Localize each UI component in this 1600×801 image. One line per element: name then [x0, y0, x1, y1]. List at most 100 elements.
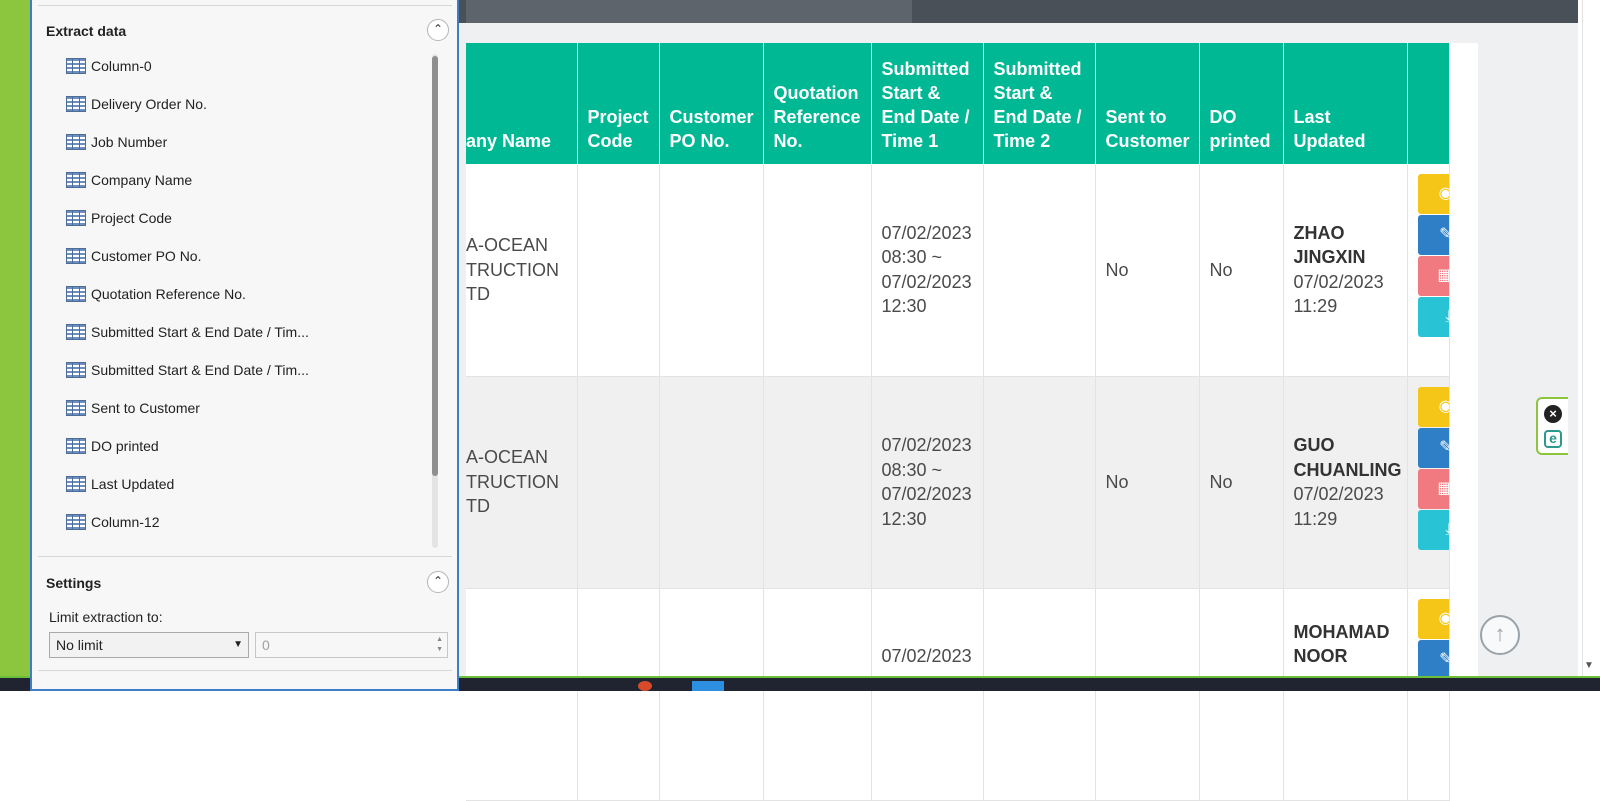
- cell-company: A-OCEAN TRUCTION TD: [466, 376, 578, 589]
- updated-by: GUO CHUANLING: [1293, 435, 1402, 480]
- column-list-item[interactable]: Job Number: [66, 134, 426, 172]
- close-icon[interactable]: ×: [1544, 405, 1562, 423]
- column-label: Column-0: [91, 58, 152, 74]
- limit-number-value: 0: [262, 637, 270, 653]
- cell-submitted-2: [983, 376, 1096, 589]
- header-customer-po[interactable]: Customer PO No.: [659, 43, 764, 164]
- download-icon[interactable]: ⤓: [1418, 509, 1449, 550]
- pencil-icon[interactable]: ✎: [1418, 427, 1449, 468]
- cell-do-printed: No: [1199, 376, 1284, 589]
- cell-submitted-2: [983, 588, 1096, 801]
- download-icon[interactable]: ⤓: [1418, 297, 1449, 337]
- list-scrollbar[interactable]: [432, 54, 438, 548]
- column-label: Quotation Reference No.: [91, 286, 246, 302]
- extension-widget: × e: [1536, 397, 1568, 455]
- column-list-item[interactable]: Sent to Customer: [66, 400, 426, 438]
- cell-submitted-1: 07/02/2023: [871, 588, 984, 801]
- chevron-up-icon[interactable]: ⌃: [427, 19, 449, 41]
- eye-icon[interactable]: ◉: [1418, 386, 1449, 427]
- cell-actions: ◉ ✎: [1407, 588, 1451, 801]
- header-sent-to-customer[interactable]: Sent to Customer: [1095, 43, 1200, 164]
- column-icon: [66, 96, 86, 112]
- header-quotation-reference[interactable]: Quotation Reference No.: [763, 43, 872, 164]
- taskbar-browser-icon[interactable]: [638, 681, 652, 691]
- column-label: Submitted Start & End Date / Tim...: [91, 324, 309, 340]
- column-icon: [66, 210, 86, 226]
- column-icon: [66, 58, 86, 74]
- header-submitted-2[interactable]: Submitted Start & End Date / Time 2: [983, 43, 1096, 164]
- cell-project-code: [577, 588, 660, 801]
- updated-at: 07/02/2023 11:29: [1293, 484, 1384, 529]
- page-scrollbar[interactable]: [1582, 0, 1600, 691]
- cell-submitted-2: [983, 164, 1096, 377]
- table-row: A-OCEAN TRUCTION TD 07/02/2023 08:30 ~ 0…: [466, 376, 1451, 589]
- e-logo-icon[interactable]: e: [1544, 430, 1562, 448]
- column-list-item[interactable]: Last Updated: [66, 476, 426, 514]
- cell-company: [466, 588, 578, 801]
- cell-quotation-ref: [763, 164, 872, 377]
- column-list-item[interactable]: DO printed: [66, 438, 426, 476]
- column-icon: [66, 134, 86, 150]
- column-list-item[interactable]: Column-12: [66, 514, 426, 552]
- chevron-up-icon[interactable]: ⌃: [427, 571, 449, 593]
- cell-quotation-ref: [763, 588, 872, 801]
- extract-data-panel: Extract data ⌃ Column-0 Delivery Order No…: [30, 0, 459, 691]
- extract-section-title: Extract data: [46, 23, 127, 39]
- pencil-icon[interactable]: ✎: [1418, 215, 1449, 255]
- column-icon: [66, 248, 86, 264]
- arrow-up-icon[interactable]: ↑: [1480, 615, 1520, 655]
- cell-do-printed: No: [1199, 164, 1284, 377]
- column-list-item[interactable]: Submitted Start & End Date / Tim...: [66, 324, 426, 362]
- header-last-updated[interactable]: Last Updated: [1283, 43, 1409, 164]
- cell-project-code: [577, 376, 660, 589]
- pencil-icon[interactable]: ✎: [1418, 639, 1449, 680]
- column-list-item[interactable]: Customer PO No.: [66, 248, 426, 286]
- cell-customer-po: [659, 376, 764, 589]
- taskbar-app-icon[interactable]: [692, 681, 724, 691]
- list-scroll-thumb[interactable]: [432, 56, 438, 476]
- cell-submitted-1: 07/02/2023 08:30 ~ 07/02/2023 12:30: [871, 164, 984, 377]
- header-submitted-1[interactable]: Submitted Start & End Date / Time 1: [871, 43, 984, 164]
- column-list-item[interactable]: Delivery Order No.: [66, 96, 426, 134]
- column-label: Company Name: [91, 172, 193, 188]
- column-label: Delivery Order No.: [91, 96, 207, 112]
- chevron-down-icon: ▼: [233, 639, 243, 650]
- column-list-item[interactable]: Company Name: [66, 172, 426, 210]
- column-label: Last Updated: [91, 476, 175, 492]
- column-list-item[interactable]: Submitted Start & End Date / Tim...: [66, 362, 426, 400]
- trash-icon[interactable]: ▦: [1418, 256, 1449, 296]
- header-company-name[interactable]: any Name: [466, 43, 578, 164]
- trash-icon[interactable]: ▦: [1418, 468, 1449, 509]
- limit-label: Limit extraction to:: [49, 609, 163, 625]
- column-icon: [66, 286, 86, 302]
- column-list-item[interactable]: Project Code: [66, 210, 426, 248]
- cell-last-updated: MOHAMAD NOOR: [1283, 588, 1409, 801]
- limit-select[interactable]: No limit ▼: [49, 632, 249, 658]
- column-icon: [66, 400, 86, 416]
- limit-number-input[interactable]: 0 ▲ ▼: [255, 632, 448, 658]
- top-tab[interactable]: [466, 0, 912, 23]
- eye-icon[interactable]: ◉: [1418, 598, 1449, 639]
- column-list-item[interactable]: Quotation Reference No.: [66, 286, 426, 324]
- header-actions: [1407, 43, 1451, 164]
- header-do-printed[interactable]: DO printed: [1199, 43, 1284, 164]
- column-icon: [66, 324, 86, 340]
- eye-icon[interactable]: ◉: [1418, 174, 1449, 214]
- column-icon: [66, 172, 86, 188]
- cell-sent-to-customer: [1095, 588, 1200, 801]
- divider: [38, 556, 452, 557]
- header-project-code[interactable]: Project Code: [577, 43, 660, 164]
- table-row: 07/02/2023 MOHAMAD NOOR ◉ ✎: [466, 588, 1451, 801]
- updated-by: MOHAMAD NOOR: [1293, 621, 1390, 667]
- spinner-icon[interactable]: ▲ ▼: [436, 635, 443, 655]
- cell-do-printed: [1199, 588, 1284, 801]
- cell-last-updated: ZHAO JINGXIN 07/02/2023 11:29: [1283, 164, 1409, 377]
- column-label: Submitted Start & End Date / Tim...: [91, 362, 309, 378]
- column-label: Sent to Customer: [91, 400, 200, 416]
- right-gutter: [1478, 23, 1506, 676]
- column-list-item[interactable]: Column-0: [66, 58, 426, 96]
- cell-project-code: [577, 164, 660, 377]
- cell-last-updated: GUO CHUANLING 07/02/2023 11:29: [1283, 376, 1409, 589]
- scroll-down-arrow-icon[interactable]: ▼: [1584, 660, 1594, 671]
- cell-quotation-ref: [763, 376, 872, 589]
